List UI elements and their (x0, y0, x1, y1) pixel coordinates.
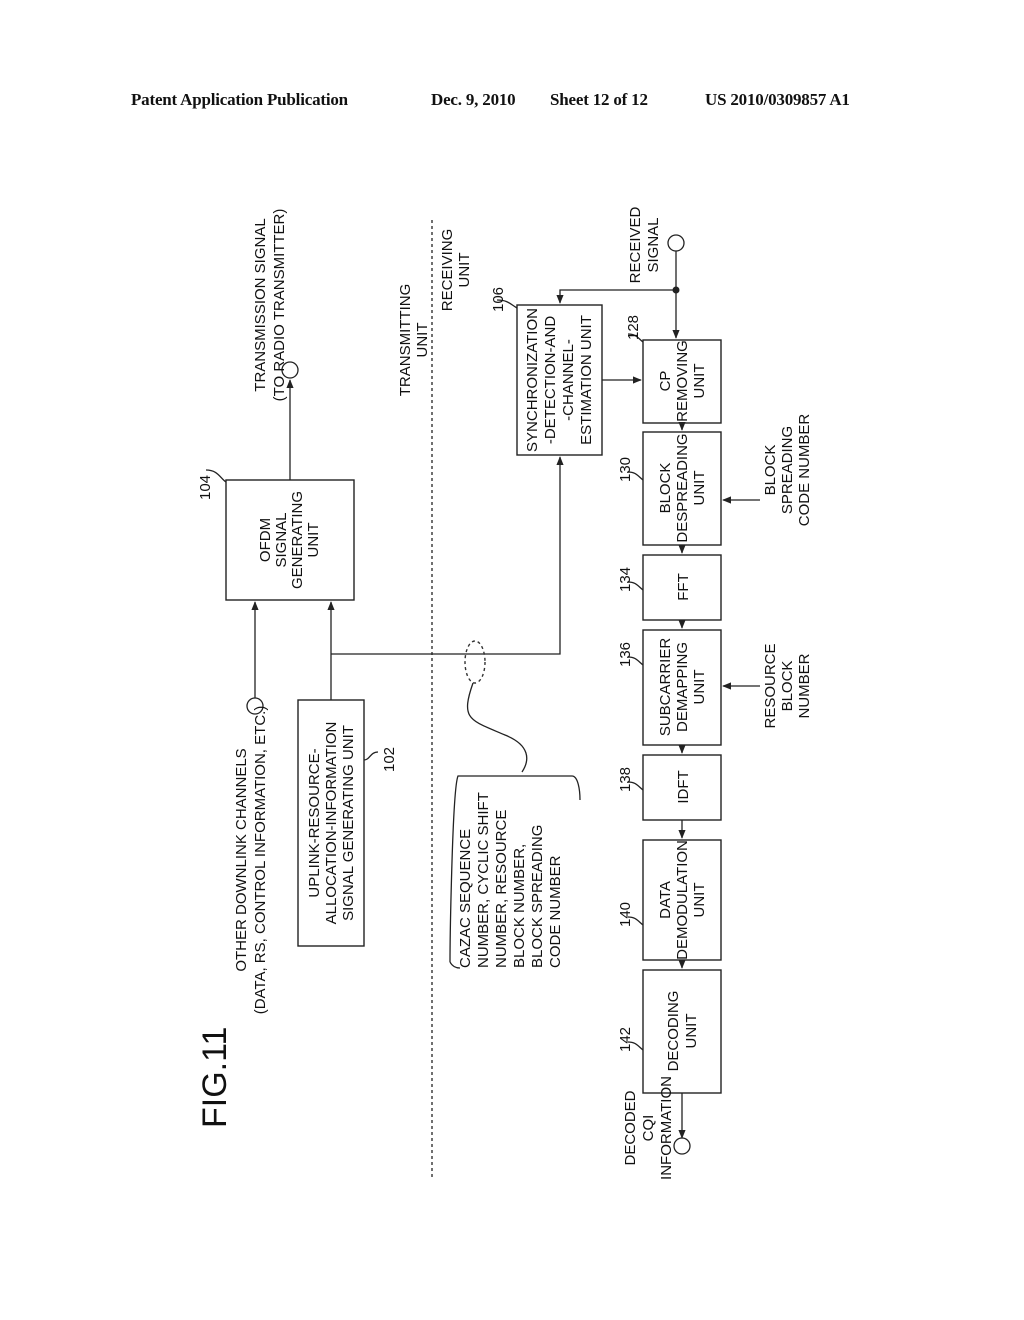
callout-leader (466, 682, 528, 773)
demap-box-label: SUBCARRIER DEMAPPING UNIT (657, 638, 708, 737)
svg-text:BLOCK: BLOCK (779, 661, 796, 712)
ref-102: 102 (381, 747, 398, 772)
svg-text:GENERATING: GENERATING (289, 491, 306, 589)
cp-box-label: CP REMOVING UNIT (657, 340, 708, 422)
ref-104: 104 (197, 475, 214, 500)
svg-text:SIGNAL GENERATING UNIT: SIGNAL GENERATING UNIT (340, 725, 357, 921)
svg-text:SIGNAL: SIGNAL (273, 512, 290, 567)
svg-text:UNIT: UNIT (691, 364, 708, 399)
svg-text:UNIT: UNIT (683, 1014, 700, 1049)
svg-text:REMOVING: REMOVING (674, 340, 691, 422)
svg-text:-DETECTION-AND: -DETECTION-AND (542, 316, 559, 444)
ref-106: 106 (490, 287, 507, 312)
demod-box-label: DATA DEMODULATION UNIT (657, 840, 708, 960)
svg-text:CODE NUMBER: CODE NUMBER (547, 855, 564, 968)
svg-text:SUBCARRIER: SUBCARRIER (657, 638, 674, 737)
ref-134: 134 (617, 567, 634, 592)
uplink-box-label: UPLINK-RESOURCE- ALLOCATION-INFORMATION … (306, 722, 357, 925)
svg-text:ESTIMATION UNIT: ESTIMATION UNIT (578, 315, 595, 445)
block-spreading-code-label: BLOCK SPREADING CODE NUMBER (762, 414, 813, 527)
decoded-cqi-label: DECODED CQI INFORMATION (622, 1076, 675, 1180)
ref-128: 128 (625, 315, 642, 340)
ref-140: 140 (617, 902, 634, 927)
svg-text:CAZAC SEQUENCE: CAZAC SEQUENCE (457, 829, 474, 968)
svg-text:DATA: DATA (657, 881, 674, 919)
svg-text:DEMAPPING: DEMAPPING (674, 642, 691, 732)
svg-text:RECEIVING: RECEIVING (439, 229, 456, 312)
ofdm-box-label: OFDM SIGNAL GENERATING UNIT (257, 491, 322, 589)
ref-leader-102 (363, 751, 379, 761)
svg-text:UNIT: UNIT (691, 471, 708, 506)
transmission-signal-label: TRANSMISSION SIGNAL (TO RADIO TRANSMITTE… (252, 209, 288, 402)
svg-text:TRANSMISSION SIGNAL: TRANSMISSION SIGNAL (252, 218, 269, 391)
svg-text:CQI: CQI (640, 1115, 657, 1142)
svg-text:BLOCK: BLOCK (657, 463, 674, 514)
svg-text:SIGNAL: SIGNAL (645, 217, 662, 272)
block-diagram: FIG.11 TRANSMITTING UNIT RECEIVING UNIT … (196, 206, 813, 1180)
svg-text:BLOCK NUMBER,: BLOCK NUMBER, (511, 844, 528, 968)
svg-text:DECODED: DECODED (622, 1090, 639, 1165)
decoding-unit (642, 969, 722, 1094)
decoded-cqi-terminal (673, 1137, 691, 1155)
svg-text:UNIT: UNIT (414, 323, 431, 358)
other-downlink-label: OTHER DOWNLINK CHANNELS (DATA, RS, CONTR… (233, 706, 269, 1015)
received-signal-terminal (667, 234, 685, 252)
svg-text:(TO RADIO TRANSMITTER): (TO RADIO TRANSMITTER) (271, 209, 288, 402)
svg-text:TRANSMITTING: TRANSMITTING (397, 284, 414, 397)
received-signal-label: RECEIVED SIGNAL (627, 206, 662, 283)
svg-text:UNIT: UNIT (305, 523, 322, 558)
svg-text:SPREADING: SPREADING (779, 426, 796, 514)
sync-box-label: SYNCHRONIZATION -DETECTION-AND -CHANNEL-… (524, 308, 595, 452)
svg-text:DEMODULATION: DEMODULATION (674, 840, 691, 960)
svg-text:INFORMATION: INFORMATION (658, 1076, 675, 1180)
idft-box-label: IDFT (675, 770, 692, 803)
svg-text:RESOURCE: RESOURCE (762, 643, 779, 728)
svg-text:UPLINK-RESOURCE-: UPLINK-RESOURCE- (306, 748, 323, 897)
svg-text:SYNCHRONIZATION: SYNCHRONIZATION (524, 308, 541, 452)
svg-text:NUMBER, CYCLIC SHIFT: NUMBER, CYCLIC SHIFT (475, 792, 492, 968)
ref-142: 142 (617, 1027, 634, 1052)
signal-callout-ellipse (464, 640, 486, 684)
svg-text:NUMBER, RESOURCE: NUMBER, RESOURCE (493, 810, 510, 968)
despread-box-label: BLOCK DESPREADING UNIT (657, 433, 708, 542)
svg-text:-CHANNEL-: -CHANNEL- (560, 339, 577, 421)
transmitting-unit-label: TRANSMITTING UNIT (397, 284, 431, 397)
fft-box-label: FFT (675, 573, 692, 601)
ref-136: 136 (617, 642, 634, 667)
ref-138: 138 (617, 767, 634, 792)
svg-text:NUMBER: NUMBER (796, 653, 813, 718)
svg-text:ALLOCATION-INFORMATION: ALLOCATION-INFORMATION (323, 722, 340, 925)
svg-text:OFDM: OFDM (257, 518, 274, 562)
resource-block-number-label: RESOURCE BLOCK NUMBER (762, 643, 813, 728)
svg-text:RECEIVED: RECEIVED (627, 206, 644, 283)
svg-text:CP: CP (657, 371, 674, 392)
svg-text:UNIT: UNIT (456, 253, 473, 288)
receiving-unit-label: RECEIVING UNIT (439, 229, 473, 312)
svg-text:OTHER DOWNLINK CHANNELS: OTHER DOWNLINK CHANNELS (233, 748, 250, 971)
svg-text:CODE NUMBER: CODE NUMBER (796, 414, 813, 527)
svg-text:DESPREADING: DESPREADING (674, 433, 691, 542)
received-to-sync-arrow (556, 289, 676, 304)
svg-text:BLOCK SPREADING: BLOCK SPREADING (529, 825, 546, 968)
figure-title: FIG.11 (196, 1027, 234, 1128)
svg-text:(DATA, RS, CONTROL INFORMATION: (DATA, RS, CONTROL INFORMATION, ETC.) (252, 706, 269, 1015)
svg-text:BLOCK: BLOCK (762, 445, 779, 496)
ref-130: 130 (617, 457, 634, 482)
svg-text:DECODING: DECODING (665, 991, 682, 1072)
uplink-info-to-sync-arrow (331, 456, 564, 655)
svg-text:UNIT: UNIT (691, 883, 708, 918)
svg-text:UNIT: UNIT (691, 670, 708, 705)
annotation-text: CAZAC SEQUENCE NUMBER, CYCLIC SHIFT NUMB… (457, 792, 564, 968)
decoding-box-label: DECODING UNIT (665, 991, 700, 1072)
